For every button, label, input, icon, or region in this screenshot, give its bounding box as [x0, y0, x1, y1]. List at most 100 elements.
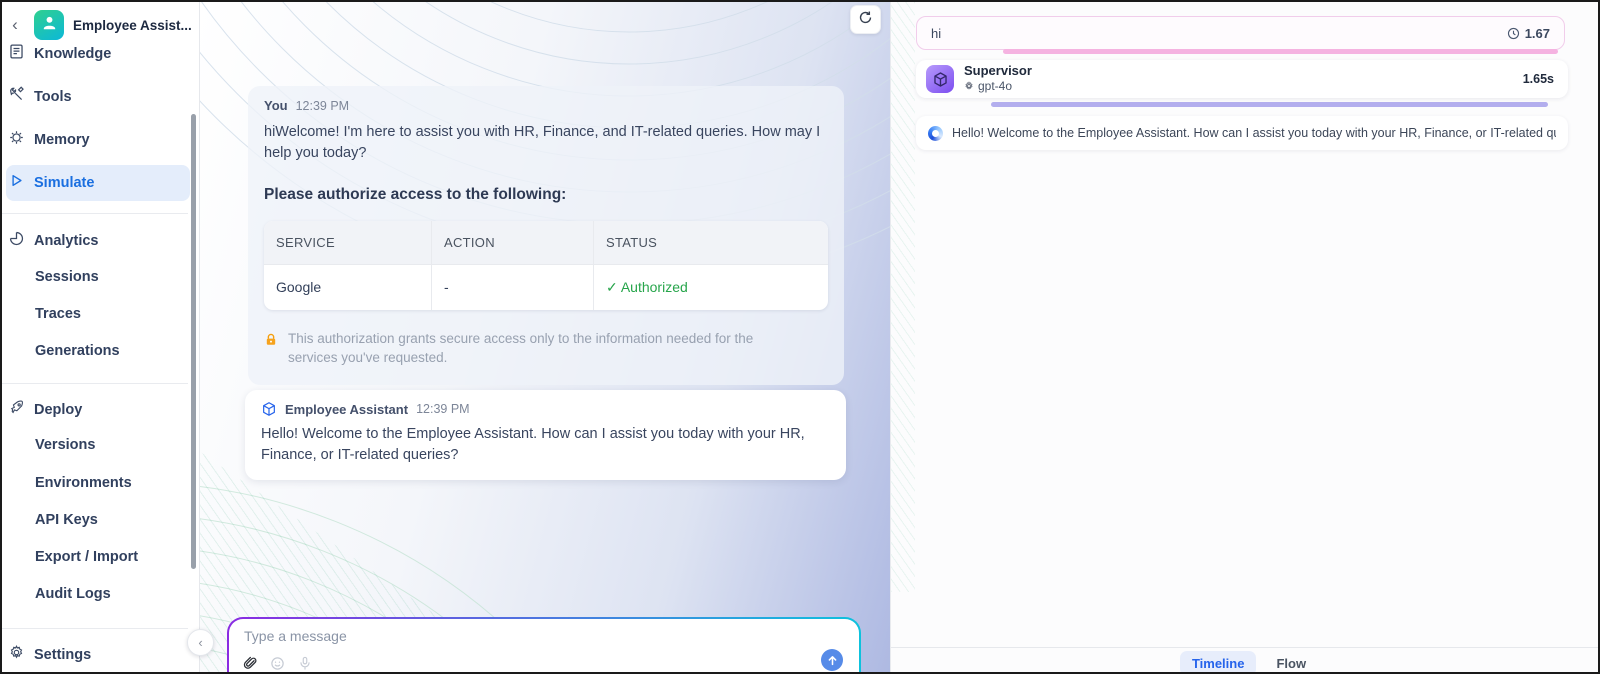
- mic-icon[interactable]: [298, 655, 312, 671]
- timeline-bar-agent: [991, 102, 1548, 107]
- sidebar-item-label: Sessions: [35, 269, 99, 285]
- sidebar-item-api-keys[interactable]: API Keys: [6, 505, 98, 535]
- play-icon: [8, 172, 25, 194]
- sidebar-item-settings[interactable]: Settings: [6, 639, 91, 671]
- document-icon: [8, 43, 25, 65]
- sidebar-item-label: Settings: [34, 647, 92, 663]
- sidebar-item-deploy[interactable]: Deploy: [6, 394, 82, 426]
- tab-timeline[interactable]: Timeline: [1179, 651, 1257, 672]
- memory-icon: [8, 129, 25, 151]
- sidebar-item-label: Versions: [35, 437, 96, 453]
- sidebar-item-label: Knowledge: [34, 46, 112, 62]
- trace-agent-row[interactable]: Supervisor gpt-4o 1.65s: [916, 60, 1568, 98]
- table-header-status: STATUS: [593, 221, 828, 265]
- action-cell: -: [431, 264, 593, 311]
- table-header-action: ACTION: [431, 221, 593, 265]
- tab-flow[interactable]: Flow: [1272, 651, 1310, 672]
- emoji-icon[interactable]: [270, 656, 285, 671]
- rocket-icon: [8, 399, 25, 421]
- table-row: Google - ✓ Authorized: [264, 264, 828, 311]
- sidebar-item-traces[interactable]: Traces: [6, 299, 81, 329]
- sidebar-scrollbar[interactable]: [191, 114, 196, 569]
- send-button[interactable]: [821, 649, 843, 671]
- timeline-bar-query: [1003, 49, 1558, 54]
- refresh-button[interactable]: [850, 5, 881, 34]
- sidebar-item-label: Memory: [34, 132, 90, 148]
- trace-query-row[interactable]: hi 1.67: [916, 16, 1565, 50]
- app-title: Employee Assist...: [73, 17, 192, 33]
- sidebar-item-analytics[interactable]: Analytics: [6, 225, 98, 257]
- sidebar-item-tools[interactable]: Tools: [6, 81, 72, 113]
- chat-panel: You 12:39 PM hiWelcome! I'm here to assi…: [199, 2, 890, 672]
- sidebar-item-memory[interactable]: Memory: [6, 124, 90, 156]
- sidebar-item-label: Deploy: [34, 402, 83, 418]
- spiral-icon: [928, 125, 943, 141]
- model-icon: [964, 81, 974, 91]
- authorization-note: This authorization grants secure access …: [288, 331, 754, 366]
- query-duration: 1.67: [1524, 25, 1550, 41]
- query-text: hi: [931, 25, 942, 41]
- message-input[interactable]: [242, 627, 826, 645]
- background-hatch: [891, 2, 915, 592]
- cube-icon: [261, 401, 277, 417]
- app-logo: [34, 10, 64, 40]
- sidebar-divider: [2, 628, 188, 629]
- sidebar-item-sessions[interactable]: Sessions: [6, 262, 99, 292]
- sidebar-item-simulate[interactable]: Simulate: [6, 165, 190, 201]
- app-window: ‹ Employee Assist... Knowledge Tools Mem…: [0, 0, 1600, 674]
- sidebar-divider: [2, 213, 188, 214]
- sidebar-collapse-button[interactable]: ‹: [187, 629, 214, 656]
- sidebar-item-export-import[interactable]: Export / Import: [6, 542, 138, 572]
- sidebar-item-knowledge[interactable]: Knowledge: [6, 38, 111, 70]
- sidebar-header: ‹ Employee Assist...: [2, 8, 199, 42]
- sidebar-item-label: Analytics: [34, 233, 99, 249]
- message-text: hiWelcome! I'm here to assist you with H…: [264, 124, 821, 162]
- agent-duration: 1.65s: [1522, 72, 1554, 86]
- assistant-message-card: Employee Assistant 12:39 PM Hello! Welco…: [245, 390, 846, 481]
- clock-icon: [1507, 27, 1520, 40]
- tabs-divider: [891, 647, 1598, 648]
- authorize-heading: Please authorize access to the following…: [264, 186, 567, 204]
- response-text: Hello! Welcome to the Employee Assistant…: [952, 126, 1556, 140]
- sidebar-item-label: Tools: [34, 89, 72, 105]
- service-cell: Google: [264, 264, 431, 310]
- trace-panel: hi 1.67 Supervisor gpt-4o 1.65s Hello! W…: [890, 2, 1598, 672]
- message-input-container: [227, 617, 861, 672]
- agent-name: Supervisor: [964, 63, 1032, 79]
- person-icon: [40, 13, 59, 37]
- message-time: 12:39 PM: [295, 98, 350, 113]
- message-time: 12:39 PM: [416, 402, 470, 416]
- tools-icon: [8, 86, 25, 108]
- sidebar-divider: [2, 383, 188, 384]
- sidebar-item-label: Export / Import: [35, 549, 139, 565]
- sidebar: ‹ Employee Assist... Knowledge Tools Mem…: [2, 2, 200, 672]
- sidebar-item-environments[interactable]: Environments: [6, 468, 132, 498]
- back-chevron-icon[interactable]: ‹: [2, 15, 28, 35]
- sidebar-item-label: Generations: [35, 343, 120, 359]
- message-text: Hello! Welcome to the Employee Assistant…: [261, 426, 805, 464]
- sidebar-item-label: Audit Logs: [35, 586, 111, 602]
- sidebar-item-label: Simulate: [34, 175, 95, 191]
- sidebar-item-generations[interactable]: Generations: [6, 336, 120, 366]
- sidebar-item-versions[interactable]: Versions: [6, 430, 95, 460]
- agent-model: gpt-4o: [978, 79, 1013, 94]
- user-message-card: You 12:39 PM hiWelcome! I'm here to assi…: [248, 86, 844, 386]
- message-sender: Employee Assistant: [285, 401, 409, 417]
- arrow-up-icon: [827, 655, 838, 666]
- refresh-icon: [858, 10, 873, 30]
- sidebar-item-label: Environments: [35, 475, 132, 491]
- sidebar-item-label: Traces: [35, 306, 81, 322]
- agent-cube-icon: [926, 65, 954, 93]
- lock-icon: [264, 332, 278, 367]
- gear-icon: [8, 644, 25, 666]
- sidebar-item-audit-logs[interactable]: Audit Logs: [6, 579, 111, 609]
- message-sender: You: [264, 98, 288, 113]
- status-cell: ✓ Authorized: [593, 264, 828, 311]
- authorization-table: SERVICE ACTION STATUS Google - ✓ Authori…: [264, 221, 828, 311]
- table-header-service: SERVICE: [264, 221, 431, 265]
- attach-icon[interactable]: [242, 655, 257, 671]
- pie-chart-icon: [8, 230, 25, 252]
- sidebar-item-label: API Keys: [35, 512, 98, 528]
- trace-response-row[interactable]: Hello! Welcome to the Employee Assistant…: [916, 116, 1568, 150]
- view-tabs: Timeline Flow: [891, 651, 1598, 672]
